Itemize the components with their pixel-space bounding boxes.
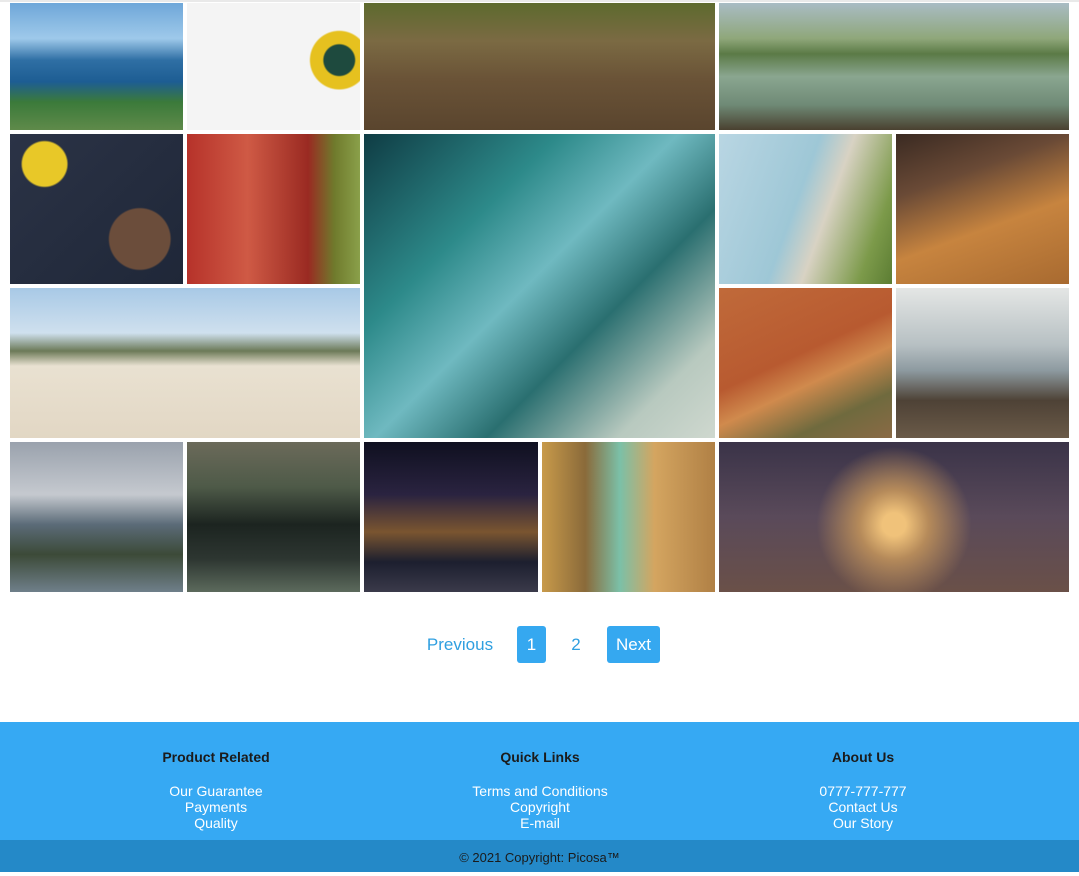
daisy-photo[interactable] [187,3,360,130]
payments-link[interactable]: Payments [66,799,366,815]
our-story-link[interactable]: Our Story [713,815,1013,831]
footer-quick-links-title: Quick Links [500,749,580,765]
footer-quick-links: Terms and Conditions Copyright E-mail [390,783,690,831]
rusty-barrel-photo[interactable] [187,134,360,284]
quality-link[interactable]: Quality [66,815,366,831]
copyright-link[interactable]: Copyright [390,799,690,815]
footer-about-title: About Us [831,749,895,765]
red-dune-photo[interactable] [719,288,892,438]
foggy-railway-photo[interactable] [719,442,1069,592]
rocky-shore-photo[interactable] [896,288,1069,438]
photo-gallery [0,0,1079,600]
cloudy-bay-photo[interactable] [10,442,183,592]
ocean-wave-photo[interactable] [364,134,715,438]
daffodils-cookies-photo[interactable] [10,134,183,284]
page-2-link[interactable]: 2 [564,626,588,663]
footer-product-links: Our Guarantee Payments Quality [66,783,366,831]
winding-path-photo[interactable] [364,3,715,130]
our-guarantee-link[interactable]: Our Guarantee [66,783,366,799]
night-street-photo[interactable] [364,442,538,592]
notebook-desk-photo[interactable] [896,134,1069,284]
site-footer: Product Related Our Guarantee Payments Q… [0,722,1079,840]
next-page-button[interactable]: Next [607,626,660,663]
palm-beach-photo[interactable] [10,288,360,438]
contact-us-link[interactable]: Contact Us [713,799,1013,815]
coastal-cliffs-photo[interactable] [10,3,183,130]
copyright-bar: © 2021 Copyright: Picosa™ [0,840,1079,872]
footer-about-links: 0777-777-777 Contact Us Our Story [713,783,1013,831]
frosty-shore-photo[interactable] [187,442,360,592]
copyright-text: © 2021 Copyright: Picosa™ [459,850,620,865]
phone-link[interactable]: 0777-777-777 [713,783,1013,799]
footer-product-title: Product Related [162,749,270,765]
page-1-button[interactable]: 1 [517,626,546,663]
terms-link[interactable]: Terms and Conditions [390,783,690,799]
pagination: Previous 1 2 Next [0,626,1079,663]
previous-page-link[interactable]: Previous [424,626,496,663]
lighthouse-cliff-photo[interactable] [719,134,892,284]
glass-bottles-fence-photo[interactable] [542,442,715,592]
email-link[interactable]: E-mail [390,815,690,831]
misty-lake-photo[interactable] [719,3,1069,130]
